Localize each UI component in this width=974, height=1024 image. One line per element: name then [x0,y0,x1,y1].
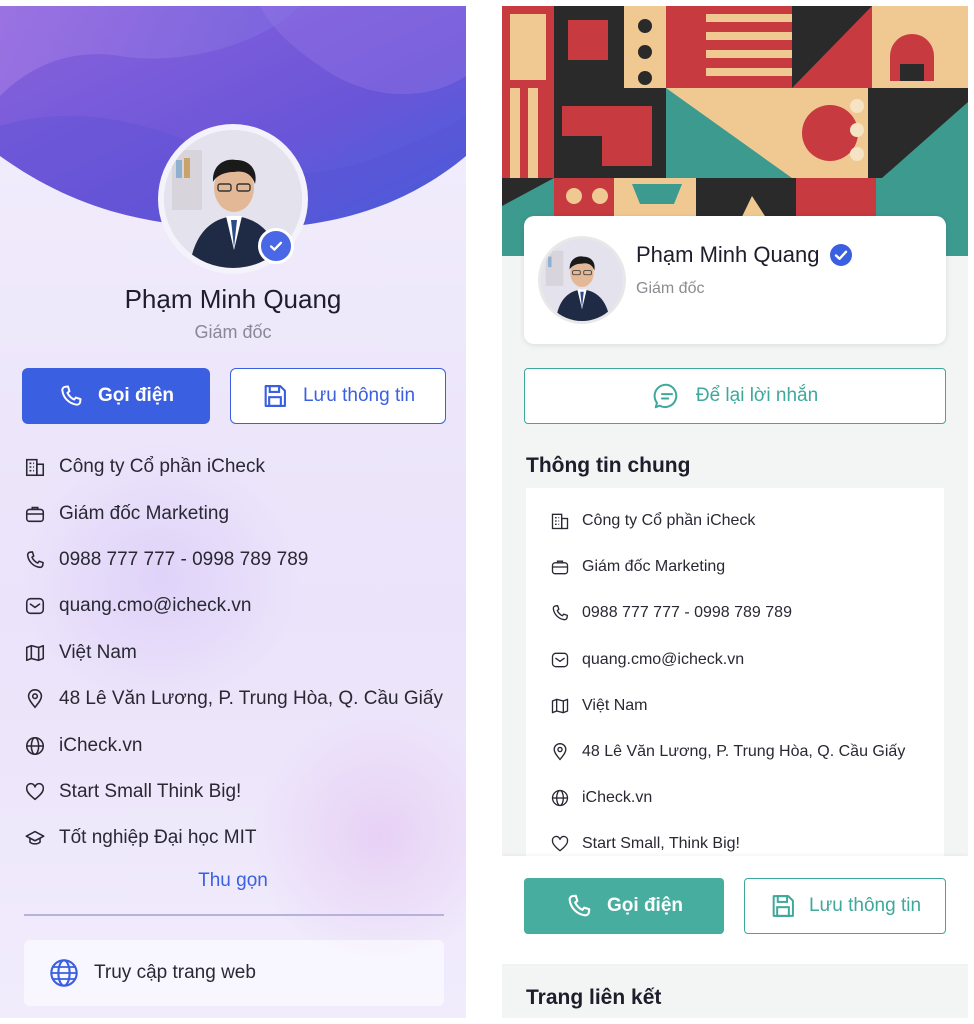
chat-bubble-icon [653,383,678,409]
info-text: 0988 777 777 - 0998 789 789 [59,548,309,570]
info-text: iCheck.vn [582,789,653,807]
info-text: Start Small Think Big! [59,780,242,802]
profile-header-card: Phạm Minh Quang Giám đốc [524,216,946,344]
info-text: Start Small, Think Big! [582,835,740,853]
phone-icon [568,894,591,917]
info-text: Việt Nam [582,696,648,714]
info-row-email[interactable]: quang.cmo@icheck.vn [550,637,940,683]
info-text: Công ty Cổ phần iCheck [59,456,265,478]
info-text: 48 Lê Văn Lương, P. Trung Hòa, Q. Cầu Gi… [59,688,443,710]
info-text: quang.cmo@icheck.vn [59,595,252,617]
call-button[interactable]: Gọi điện [22,368,210,424]
visit-website-label: Truy cập trang web [94,962,256,983]
info-row-email[interactable]: quang.cmo@icheck.vn [24,583,454,629]
leave-message-button[interactable]: Để lại lời nhắn [524,368,946,424]
info-row-address[interactable]: 48 Lê Văn Lương, P. Trung Hòa, Q. Cầu Gi… [550,729,940,775]
contact-info-list: Công ty Cổ phần iCheck Giám đốc Marketin… [550,498,940,868]
info-row-website[interactable]: iCheck.vn [550,775,940,821]
info-row-country: Việt Nam [24,630,454,676]
email-icon [551,652,569,667]
globe-icon [551,790,569,807]
profile-name: Phạm Minh Quang [636,242,820,267]
info-text: iCheck.vn [59,734,143,756]
save-contact-label: Lưu thông tin [808,895,922,916]
contact-info-list: Công ty Cổ phần iCheck Giám đốc Marketin… [24,444,454,862]
info-text: Giám đốc Marketing [59,502,230,524]
briefcase-icon [551,560,569,575]
info-text: 48 Lê Văn Lương, P. Trung Hòa, Q. Cầu Gi… [582,743,906,761]
map-icon [551,698,569,714]
phone-icon [61,385,82,406]
info-row-education: Tốt nghiệp Đại học MIT [24,815,454,861]
info-row-company: Công ty Cổ phần iCheck [24,444,454,490]
info-row-position: Giám đốc Marketing [550,544,940,590]
visit-website-button[interactable]: Truy cập trang web [24,940,444,1006]
save-contact-button[interactable]: Lưu thông tin [230,368,446,424]
profile-name-row: Phạm Minh Quang [636,242,853,268]
info-text: Tốt nghiệp Đại học MIT [59,827,257,849]
leave-message-label: Để lại lời nhắn [695,385,819,406]
section-title-general-info: Thông tin chung [526,454,691,477]
info-row-country: Việt Nam [550,683,940,729]
info-text: Việt Nam [59,641,137,663]
graduation-cap-icon [25,831,45,845]
info-text: Giám đốc Marketing [582,558,726,576]
call-button[interactable]: Gọi điện [524,878,724,934]
heart-icon [551,836,569,852]
verified-badge-icon [258,228,294,264]
save-contact-label: Lưu thông tin [302,385,416,406]
building-icon [25,459,45,477]
verified-badge-icon [830,244,853,266]
info-row-phone[interactable]: 0988 777 777 - 0998 789 789 [24,537,454,583]
left-business-card: Phạm Minh Quang Giám đốc Gọi điện Lưu th… [0,6,466,1018]
info-text: 0988 777 777 - 0998 789 789 [582,604,792,622]
divider [24,914,444,916]
building-icon [551,513,569,530]
call-button-label: Gọi điện [607,895,683,916]
email-icon [25,598,45,615]
info-text: Công ty Cổ phần iCheck [582,512,756,530]
profile-name: Phạm Minh Quang [124,284,342,314]
collapse-link[interactable]: Thu gọn [0,870,466,892]
right-business-card: Phạm Minh Quang Giám đốc Để lại lời nhắn… [502,6,968,1018]
profile-role: Giám đốc [636,280,705,297]
phone-icon [26,551,44,569]
location-pin-icon [27,689,43,709]
info-text: quang.cmo@icheck.vn [582,650,745,668]
save-contact-button[interactable]: Lưu thông tin [744,878,946,934]
info-row-company: Công ty Cổ phần iCheck [550,498,940,544]
section-title-links: Trang liên kết [526,986,662,1009]
info-row-address[interactable]: 48 Lê Văn Lương, P. Trung Hòa, Q. Cầu Gi… [24,676,454,722]
heart-icon [25,782,45,801]
info-row-website[interactable]: iCheck.vn [24,722,454,768]
call-button-label: Gọi điện [98,385,174,406]
phone-icon [552,605,568,621]
info-row-position: Giám đốc Marketing [24,490,454,536]
floppy-disk-icon [264,385,286,407]
info-row-slogan: Start Small Think Big! [24,769,454,815]
profile-role: Giám đốc [194,322,272,342]
globe-icon [50,959,78,987]
globe-icon [25,736,45,755]
briefcase-icon [25,506,45,522]
general-info-panel: Công ty Cổ phần iCheck Giám đốc Marketin… [526,488,944,868]
map-icon [25,644,45,661]
profile-avatar [538,236,626,324]
info-row-phone[interactable]: 0988 777 777 - 0998 789 789 [550,590,940,636]
floppy-disk-icon [772,895,794,917]
location-pin-icon [553,743,567,761]
